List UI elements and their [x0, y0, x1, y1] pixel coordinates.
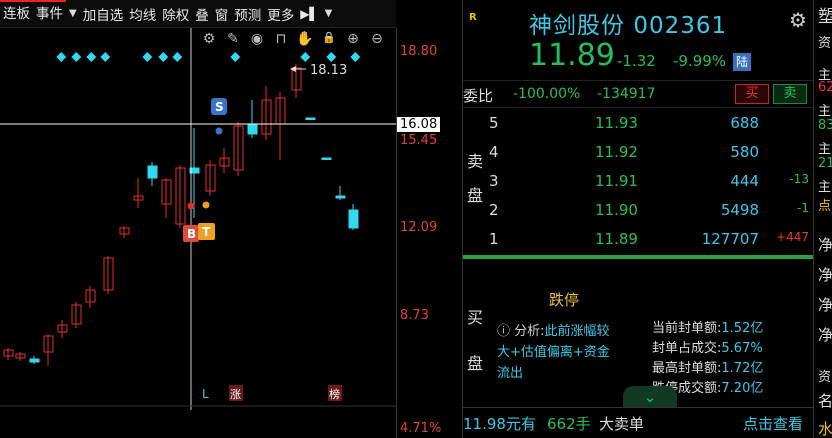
hand-icon[interactable]: ✋	[296, 31, 314, 47]
ask-row[interactable]: 3 11.91 444 -13	[463, 172, 813, 200]
price-change-percent: -9.99%	[673, 52, 727, 70]
sub-pane-value: 4.71%	[400, 421, 442, 436]
ask-row[interactable]: 1 11.89 127707 +447	[463, 230, 813, 258]
badge-t-text: T	[202, 225, 211, 239]
toolbar-ex-rights[interactable]: 除权	[159, 4, 192, 24]
signal-dot	[215, 127, 223, 135]
marker-l: L	[202, 387, 209, 401]
side-panel-edge: 塑 资 主 62 主 83 主 21 主 点 净 净 净 净 资 名 水	[813, 0, 832, 438]
buy-button[interactable]: 买	[735, 84, 769, 104]
info-icon: ⓘ	[497, 324, 511, 339]
event-diamond-icon	[158, 52, 169, 62]
chart-toolbar: ⚙ ✎ ◉ ⊓ ✋ 🔒 ⊕ ⊖	[200, 31, 386, 47]
shanghai-connect-badge: 陆	[733, 53, 751, 71]
price-change: -1.32	[617, 52, 656, 70]
toolbar-lianban[interactable]: 连板	[0, 0, 33, 28]
marker-zhang: 涨	[230, 388, 241, 401]
candle-body	[321, 157, 332, 160]
stock-name: 神剑股份	[529, 13, 625, 39]
analysis-note[interactable]: ⓘ 分析:此前涨幅较大+估值偏离+资金流出	[497, 321, 617, 384]
toolbar-forecast[interactable]: 预测	[231, 4, 264, 24]
toolbar-event[interactable]: 事件	[33, 0, 66, 28]
big-order-tag: 大卖单	[599, 415, 645, 433]
stock-code: 002361	[633, 13, 728, 39]
ask-row[interactable]: 4 11.92 580	[463, 143, 813, 171]
candle-body	[348, 209, 359, 229]
sell-button[interactable]: 卖	[773, 84, 807, 104]
order-diff-value: -134917	[597, 86, 656, 102]
event-diamond-icon	[230, 52, 241, 62]
collapse-panel-icon[interactable]: ▶▌	[297, 7, 321, 21]
stat-row: 封单占成交:5.67%	[652, 341, 763, 356]
toolbar-moving-average[interactable]: 均线	[126, 4, 159, 24]
event-diamond-icon	[100, 52, 111, 62]
chevron-down-icon[interactable]: ▼	[66, 8, 80, 19]
order-ratio-label: 委比	[463, 87, 494, 105]
quote-panel: R 神剑股份 002361 ⚙ 11.89 -1.32 -9.99% 陆 委比 …	[463, 0, 813, 438]
big-order-bar: 11.98元有 662手 大卖单 点击查看	[463, 407, 813, 438]
candle-body	[147, 165, 158, 179]
event-diamond-icon	[142, 52, 153, 62]
zoom-out-icon[interactable]: ⊖	[368, 31, 386, 47]
price-axis: 18.80 16.08 15.45 12.09 8.73 4.71%	[396, 28, 462, 438]
toolbar-add-watchlist[interactable]: 加自选	[80, 4, 127, 24]
event-diamond-icon	[56, 52, 67, 62]
big-order-price: 11.98元有	[463, 415, 536, 433]
ask-row[interactable]: 2 11.90 5498 -1	[463, 201, 813, 229]
candle-body	[335, 195, 346, 199]
lock-icon[interactable]: 🔒	[320, 31, 338, 47]
expand-chevron-icon[interactable]: ⌄	[623, 386, 677, 408]
badge-b-text: B	[187, 227, 196, 241]
order-ratio-row: 委比 -100.00% -134917 买 卖	[463, 80, 813, 108]
stat-row: 当前封单额:1.52亿	[652, 321, 764, 336]
pencil-icon[interactable]: ✎	[224, 31, 242, 47]
signal-dot	[202, 201, 210, 209]
analysis-label: 分析:	[514, 324, 545, 339]
event-diamond-icon	[300, 52, 311, 62]
event-diamond-icon	[71, 52, 82, 62]
stat-row: 最高封单额:1.72亿	[652, 361, 764, 376]
badge-s-text: S	[215, 100, 224, 114]
axis-label: 18.80	[400, 44, 438, 59]
event-diamond-icon	[86, 52, 97, 62]
candle-body	[305, 117, 316, 120]
gear-outline-icon[interactable]: ⚙	[200, 31, 218, 47]
eye-icon[interactable]: ◉	[248, 31, 266, 47]
event-diamond-icon	[326, 52, 337, 62]
axis-label: 15.45	[400, 133, 438, 148]
toolbar-window[interactable]: 窗	[212, 4, 232, 24]
bag-icon[interactable]: ⊓	[272, 31, 290, 47]
ask-row[interactable]: 5 11.93 688	[463, 114, 813, 142]
zoom-in-icon[interactable]: ⊕	[344, 31, 362, 47]
crosshair-price-label: 16.08	[397, 117, 441, 132]
event-diamond-icon	[350, 52, 361, 62]
marker-bang: 榜	[329, 387, 340, 401]
spread-divider	[463, 255, 813, 259]
axis-label: 12.09	[400, 220, 438, 235]
stock-title: 神剑股份 002361	[529, 6, 727, 40]
axis-label: 8.73	[400, 308, 429, 323]
kline-chart[interactable]: 18.13 S B T L 涨 榜	[0, 28, 396, 410]
limit-down-status: 跌停	[549, 291, 580, 309]
gear-icon[interactable]: ⚙	[789, 8, 807, 32]
candle-body	[29, 358, 40, 363]
view-details-link[interactable]: 点击查看	[743, 413, 803, 434]
bid-side-label: 买 盘	[467, 308, 484, 373]
dropdown-arrow-icon[interactable]: ▼	[322, 8, 336, 19]
toolbar-more[interactable]: 更多	[264, 4, 297, 24]
arrow-left-icon	[290, 66, 296, 72]
big-order-hands: 662手	[547, 415, 591, 433]
brand-logo: R	[469, 12, 477, 23]
toolbar-overlay[interactable]: 叠	[192, 4, 212, 24]
toolbar: 连板 事件 ▼ 加自选 均线 除权 叠 窗 预测 更多 ▶▌ ▼	[0, 0, 396, 28]
high-price-annotation: 18.13	[310, 63, 347, 78]
order-ratio-value: -100.00%	[513, 86, 581, 102]
event-diamond-icon	[172, 52, 183, 62]
signal-dot	[187, 202, 195, 210]
last-price: 11.89	[529, 38, 615, 73]
candle-body	[247, 123, 258, 135]
